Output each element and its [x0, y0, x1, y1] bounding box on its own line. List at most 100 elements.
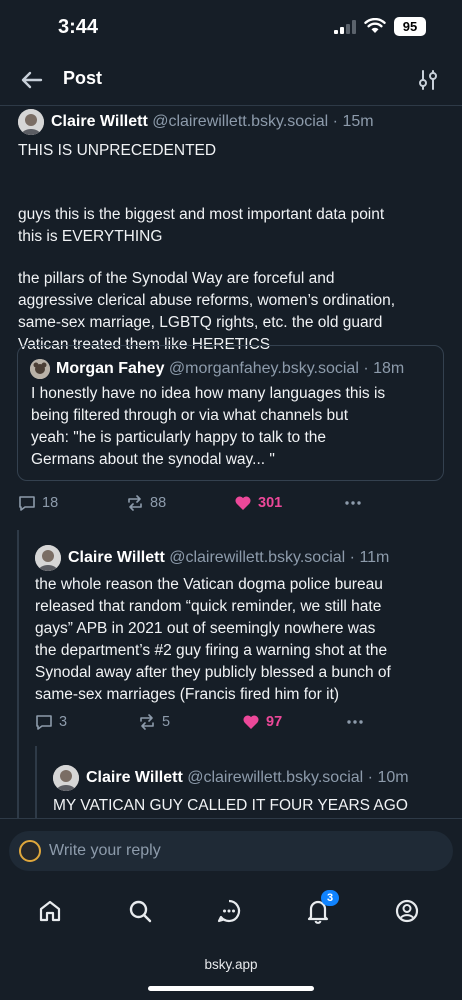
home-indicator[interactable]: [148, 986, 314, 991]
text-line: yeah: "he is particularly happy to talk …: [31, 429, 326, 446]
sliders-icon[interactable]: [414, 66, 442, 94]
reply-button[interactable]: 3: [35, 711, 67, 733]
post-time: · 15m: [332, 113, 374, 130]
reply-author[interactable]: Claire Willett @clairewillett.bsky.socia…: [68, 549, 389, 567]
post-time: · 18m: [363, 360, 405, 377]
like-button[interactable]: 97: [242, 711, 282, 733]
author-handle: @clairewillett.bsky.social: [187, 769, 364, 786]
repost-count: 5: [162, 714, 171, 730]
post-text: THIS IS UNPRECEDENTED guys this is the b…: [18, 140, 448, 356]
tab-profile[interactable]: [392, 896, 422, 926]
url-text[interactable]: bsky.app: [0, 957, 462, 972]
avatar[interactable]: [53, 765, 79, 791]
quote-author: Morgan Fahey @morganfahey.bsky.social · …: [56, 360, 404, 378]
repost-count: 88: [150, 495, 167, 511]
like-button[interactable]: 301: [234, 492, 282, 514]
repost-button[interactable]: 88: [126, 492, 166, 514]
wifi-icon: [364, 18, 386, 33]
reply-count: 18: [42, 495, 59, 511]
reply-actions: 3 5 97: [35, 711, 445, 733]
text-line: [18, 162, 448, 184]
chat-icon: [217, 899, 241, 923]
text-line: the pillars of the Synodal Way are force…: [18, 270, 335, 287]
text-line: this is EVERYTHING: [18, 228, 163, 245]
author-name: Morgan Fahey: [56, 360, 165, 377]
reply-text: the whole reason the Vatican dogma polic…: [35, 574, 455, 706]
battery-indicator: 95: [394, 17, 426, 36]
like-count: 97: [266, 714, 283, 730]
author-handle: @morganfahey.bsky.social: [168, 360, 359, 377]
tab-chat[interactable]: [214, 896, 244, 926]
arrow-left-icon[interactable]: [18, 66, 46, 94]
comment-icon: [36, 715, 52, 730]
bottom-tabbar: 3: [0, 884, 462, 940]
author-name: Claire Willett: [51, 113, 148, 130]
text-line: guys this is the biggest and most import…: [18, 206, 385, 223]
text-line: being filtered through or via what chann…: [31, 407, 349, 424]
author-handle: @clairewillett.bsky.social: [152, 113, 329, 130]
reply-button[interactable]: 18: [18, 492, 58, 514]
comment-icon: [19, 496, 35, 511]
page-title: Post: [63, 68, 103, 88]
browser-url-bar: bsky.app: [0, 940, 462, 1000]
text-line: Synodal away after they publicly blessed…: [35, 664, 391, 681]
home-icon: [39, 900, 61, 922]
text-line: same-sex marriage, LGBTQ rights, etc. th…: [18, 314, 383, 331]
post-time: · 10m: [367, 769, 409, 786]
avatar: [30, 359, 50, 379]
repost-button[interactable]: 5: [138, 711, 170, 733]
person-photo-icon: [53, 765, 79, 791]
text-line: THIS IS UNPRECEDENTED: [18, 142, 217, 159]
heart-filled-icon: [235, 496, 251, 510]
notification-badge: 3: [321, 890, 339, 906]
post-time: · 11m: [349, 549, 390, 566]
post-author[interactable]: Claire Willett @clairewillett.bsky.socia…: [51, 113, 374, 131]
author-name: Claire Willett: [86, 769, 183, 786]
tab-search[interactable]: [125, 896, 155, 926]
author-name: Claire Willett: [68, 549, 165, 566]
quote-text: I honestly have no idea how many languag…: [31, 383, 441, 471]
text-line: MY VATICAN GUY CALLED IT FOUR YEARS AGO: [53, 797, 408, 814]
post-header: Post: [0, 56, 462, 106]
text-line: [18, 248, 448, 270]
reply-composer: Write your reply: [0, 818, 462, 884]
quoted-post[interactable]: Morgan Fahey @morganfahey.bsky.social · …: [17, 345, 444, 481]
more-button[interactable]: [342, 492, 364, 514]
tab-notifications[interactable]: 3: [303, 890, 339, 926]
author-handle: @clairewillett.bsky.social: [169, 549, 346, 566]
status-time: 3:44: [58, 16, 99, 38]
reply-placeholder: Write your reply: [49, 842, 161, 859]
repost-icon: [128, 495, 142, 511]
person-photo-icon: [18, 109, 44, 135]
text-line: gays” APB in 2021 out of seemingly nowhe…: [35, 620, 376, 637]
status-bar: 3:44 95: [0, 0, 462, 56]
text-line: the whole reason the Vatican dogma polic…: [35, 576, 383, 593]
signal-icon: [334, 20, 356, 34]
reply-count: 3: [59, 714, 68, 730]
text-line: I honestly have no idea how many languag…: [31, 385, 386, 402]
text-line: aggressive clerical abuse reforms, women…: [18, 292, 396, 309]
more-button[interactable]: [344, 711, 366, 733]
avatar[interactable]: [18, 109, 44, 135]
ellipsis-icon: [345, 501, 361, 505]
text-line: the department’s #2 guy firing a warning…: [35, 642, 388, 659]
reply-text: MY VATICAN GUY CALLED IT FOUR YEARS AGO: [53, 795, 453, 817]
profile-icon: [395, 899, 419, 923]
person-photo-icon: [35, 545, 61, 571]
thread-line: [17, 530, 19, 818]
post-actions: 18 88 301: [18, 492, 448, 514]
avatar: [19, 840, 41, 862]
ellipsis-icon: [347, 720, 363, 724]
text-line: released that random “quick reminder, we…: [35, 598, 382, 615]
thread-line: [35, 746, 37, 818]
repost-icon: [140, 714, 154, 730]
heart-filled-icon: [243, 715, 259, 729]
reply-author[interactable]: Claire Willett @clairewillett.bsky.socia…: [86, 769, 409, 787]
text-line: same-sex marriages (Francis fired him fo…: [35, 686, 340, 703]
tab-home[interactable]: [35, 896, 65, 926]
like-count: 301: [258, 495, 283, 511]
reply-input[interactable]: Write your reply: [9, 831, 453, 871]
avatar[interactable]: [35, 545, 61, 571]
search-icon: [129, 900, 152, 923]
text-line: Germans about the synodal way... ": [31, 451, 275, 468]
